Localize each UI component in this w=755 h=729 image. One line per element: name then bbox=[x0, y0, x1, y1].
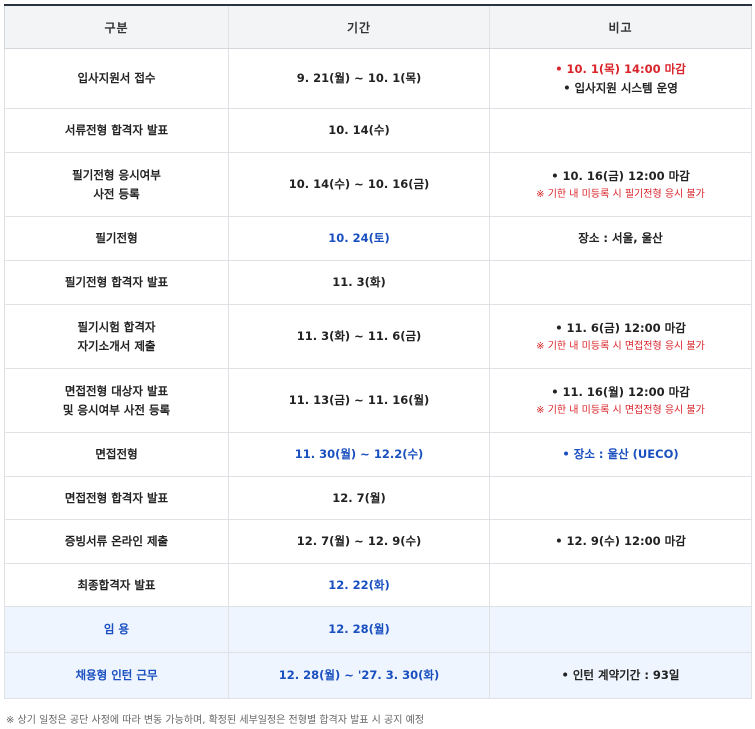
remark-line: • 11. 16(월) 12:00 마감 bbox=[551, 384, 690, 399]
table-row: 면접전형 11. 30(월) ~ 12.2(수) • 장소 : 울산 (UECO) bbox=[4, 432, 752, 477]
schedule-remark bbox=[489, 108, 752, 153]
schedule-remark: • 10. 1(목) 14:00 마감 • 입사지원 시스템 운영 bbox=[489, 48, 752, 109]
schedule-period: 12. 22(화) bbox=[228, 563, 490, 607]
table-row: 최종합격자 발표 12. 22(화) bbox=[4, 563, 752, 607]
schedule-remark bbox=[489, 563, 752, 607]
stage-name-line: 필기전형 응시여부 bbox=[72, 167, 161, 182]
schedule-remark bbox=[489, 260, 752, 305]
table-row: 필기전형 응시여부 사전 등록 10. 14(수) ~ 10. 16(금) • 10.… bbox=[4, 152, 752, 217]
table-body: 입사지원서 접수 9. 21(월) ~ 10. 1(목) • 10. 1(목) 14… bbox=[4, 48, 752, 699]
schedule-period: 11. 13(금) ~ 11. 16(월) bbox=[228, 368, 490, 433]
schedule-period: 10. 14(수) bbox=[228, 108, 490, 153]
schedule-period: 12. 28(월) ~ '27. 3. 30(화) bbox=[228, 652, 490, 699]
schedule-stage: 최종합격자 발표 bbox=[4, 563, 229, 607]
schedule-remark: • 10. 16(금) 12:00 마감 ※ 기한 내 미등록 시 필기전형 응시… bbox=[489, 152, 752, 217]
schedule-stage: 면접전형 bbox=[4, 432, 229, 477]
schedule-period: 9. 21(월) ~ 10. 1(목) bbox=[228, 48, 490, 109]
stage-name-line: 필기전형 합격자 발표 bbox=[64, 275, 169, 289]
stage-name-line: 채용형 인턴 근무 bbox=[75, 668, 158, 682]
header-remark: 비고 bbox=[489, 4, 752, 49]
remark-line: • 10. 1(목) 14:00 마감 bbox=[555, 61, 686, 76]
stage-name-line: 임 용 bbox=[103, 622, 130, 636]
schedule-remark: 장소 : 서울, 울산 bbox=[489, 216, 752, 261]
schedule-period: 10. 14(수) ~ 10. 16(금) bbox=[228, 152, 490, 217]
schedule-remark: • 11. 16(월) 12:00 마감 ※ 기한 내 미등록 시 면접전형 응시… bbox=[489, 368, 752, 433]
schedule-remark: • 인턴 계약기간 : 93일 bbox=[489, 652, 752, 699]
schedule-period: 11. 30(월) ~ 12.2(수) bbox=[228, 432, 490, 477]
schedule-period: 12. 7(월) bbox=[228, 476, 490, 520]
schedule-stage: 면접전형 대상자 발표및 응시여부 사전 등록 bbox=[4, 368, 229, 433]
table-row: 서류전형 합격자 발표 10. 14(수) bbox=[4, 108, 752, 153]
remark-line: • 12. 9(수) 12:00 마감 bbox=[555, 534, 686, 548]
schedule-stage: 필기시험 합격자자기소개서 제출 bbox=[4, 304, 229, 369]
stage-name-line: 면접전형 bbox=[95, 447, 138, 461]
schedule-remark bbox=[489, 476, 752, 520]
schedule-stage: 서류전형 합격자 발표 bbox=[4, 108, 229, 153]
remark-line: ※ 기한 내 미등록 시 면접전형 응시 불가 bbox=[536, 340, 705, 352]
stage-name-line: 입사지원서 접수 bbox=[77, 71, 156, 85]
schedule-stage: 필기전형 bbox=[4, 216, 229, 261]
stage-name-line: 면접전형 대상자 발표 bbox=[64, 383, 169, 398]
schedule-remark: • 12. 9(수) 12:00 마감 bbox=[489, 519, 752, 564]
table-row: 필기전형 10. 24(토) 장소 : 서울, 울산 bbox=[4, 216, 752, 261]
stage-name-line: 자기소개서 제출 bbox=[77, 338, 156, 353]
table-row: 면접전형 합격자 발표 12. 7(월) bbox=[4, 476, 752, 520]
schedule-stage: 증빙서류 온라인 제출 bbox=[4, 519, 229, 564]
stage-name-line: 사전 등록 bbox=[93, 186, 140, 201]
table-row: 입사지원서 접수 9. 21(월) ~ 10. 1(목) • 10. 1(목) 14… bbox=[4, 48, 752, 109]
table-header-row: 구분 기간 비고 bbox=[4, 4, 752, 49]
stage-name-line: 면접전형 합격자 발표 bbox=[64, 490, 169, 505]
schedule-stage: 필기전형 합격자 발표 bbox=[4, 260, 229, 305]
table-row: 채용형 인턴 근무 12. 28(월) ~ '27. 3. 30(화) • 인턴 계… bbox=[4, 652, 752, 699]
schedule-remark bbox=[489, 606, 752, 653]
schedule-period: 10. 24(토) bbox=[228, 216, 490, 261]
header-category: 구분 bbox=[4, 4, 229, 49]
schedule-period: 11. 3(화) bbox=[228, 260, 490, 305]
stage-name-line: 증빙서류 온라인 제출 bbox=[64, 534, 169, 548]
schedule-stage: 필기전형 응시여부사전 등록 bbox=[4, 152, 229, 217]
schedule-period: 11. 3(화) ~ 11. 6(금) bbox=[228, 304, 490, 369]
table-row: 증빙서류 온라인 제출 12. 7(월) ~ 12. 9(수) • 12. 9(수)… bbox=[4, 519, 752, 564]
stage-name-line: 최종합격자 발표 bbox=[77, 577, 156, 592]
schedule-table: 구분 기간 비고 입사지원서 접수 9. 21(월) ~ 10. 1(목) • 10… bbox=[4, 4, 752, 699]
header-period: 기간 bbox=[228, 4, 490, 49]
remark-line: • 장소 : 울산 (UECO) bbox=[562, 447, 679, 461]
stage-name-line: 및 응시여부 사전 등록 bbox=[62, 402, 171, 417]
schedule-remark: • 11. 6(금) 12:00 마감 ※ 기한 내 미등록 시 면접전형 응시 … bbox=[489, 304, 752, 369]
remark-line: • 입사지원 시스템 운영 bbox=[563, 80, 678, 95]
stage-name-line: 필기전형 bbox=[95, 231, 138, 245]
footnote: ※ 상기 일정은 공단 사정에 따라 변동 가능하며, 확정된 세부일정은 전형… bbox=[6, 715, 425, 726]
remark-line: • 10. 16(금) 12:00 마감 bbox=[551, 168, 690, 183]
stage-name-line: 서류전형 합격자 발표 bbox=[64, 123, 169, 137]
remark-line: ※ 기한 내 미등록 시 면접전형 응시 불가 bbox=[536, 404, 705, 416]
schedule-stage: 채용형 인턴 근무 bbox=[4, 652, 229, 699]
remark-line: 장소 : 서울, 울산 bbox=[578, 231, 663, 245]
remark-line: • 11. 6(금) 12:00 마감 bbox=[555, 320, 686, 335]
table-row: 임 용 12. 28(월) bbox=[4, 606, 752, 653]
remark-line: • 인턴 계약기간 : 93일 bbox=[561, 668, 680, 682]
schedule-stage: 임 용 bbox=[4, 606, 229, 653]
schedule-stage: 입사지원서 접수 bbox=[4, 48, 229, 109]
remark-line: ※ 기한 내 미등록 시 필기전형 응시 불가 bbox=[536, 188, 705, 200]
stage-name-line: 필기시험 합격자 bbox=[77, 319, 156, 334]
schedule-period: 12. 7(월) ~ 12. 9(수) bbox=[228, 519, 490, 564]
table-row: 필기시험 합격자 자기소개서 제출 11. 3(화) ~ 11. 6(금) • 11.… bbox=[4, 304, 752, 369]
table-row: 필기전형 합격자 발표 11. 3(화) bbox=[4, 260, 752, 305]
schedule-stage: 면접전형 합격자 발표 bbox=[4, 476, 229, 520]
schedule-remark: • 장소 : 울산 (UECO) bbox=[489, 432, 752, 477]
table-row: 면접전형 대상자 발표 및 응시여부 사전 등록 11. 13(금) ~ 11. 1… bbox=[4, 368, 752, 433]
schedule-period: 12. 28(월) bbox=[228, 606, 490, 653]
